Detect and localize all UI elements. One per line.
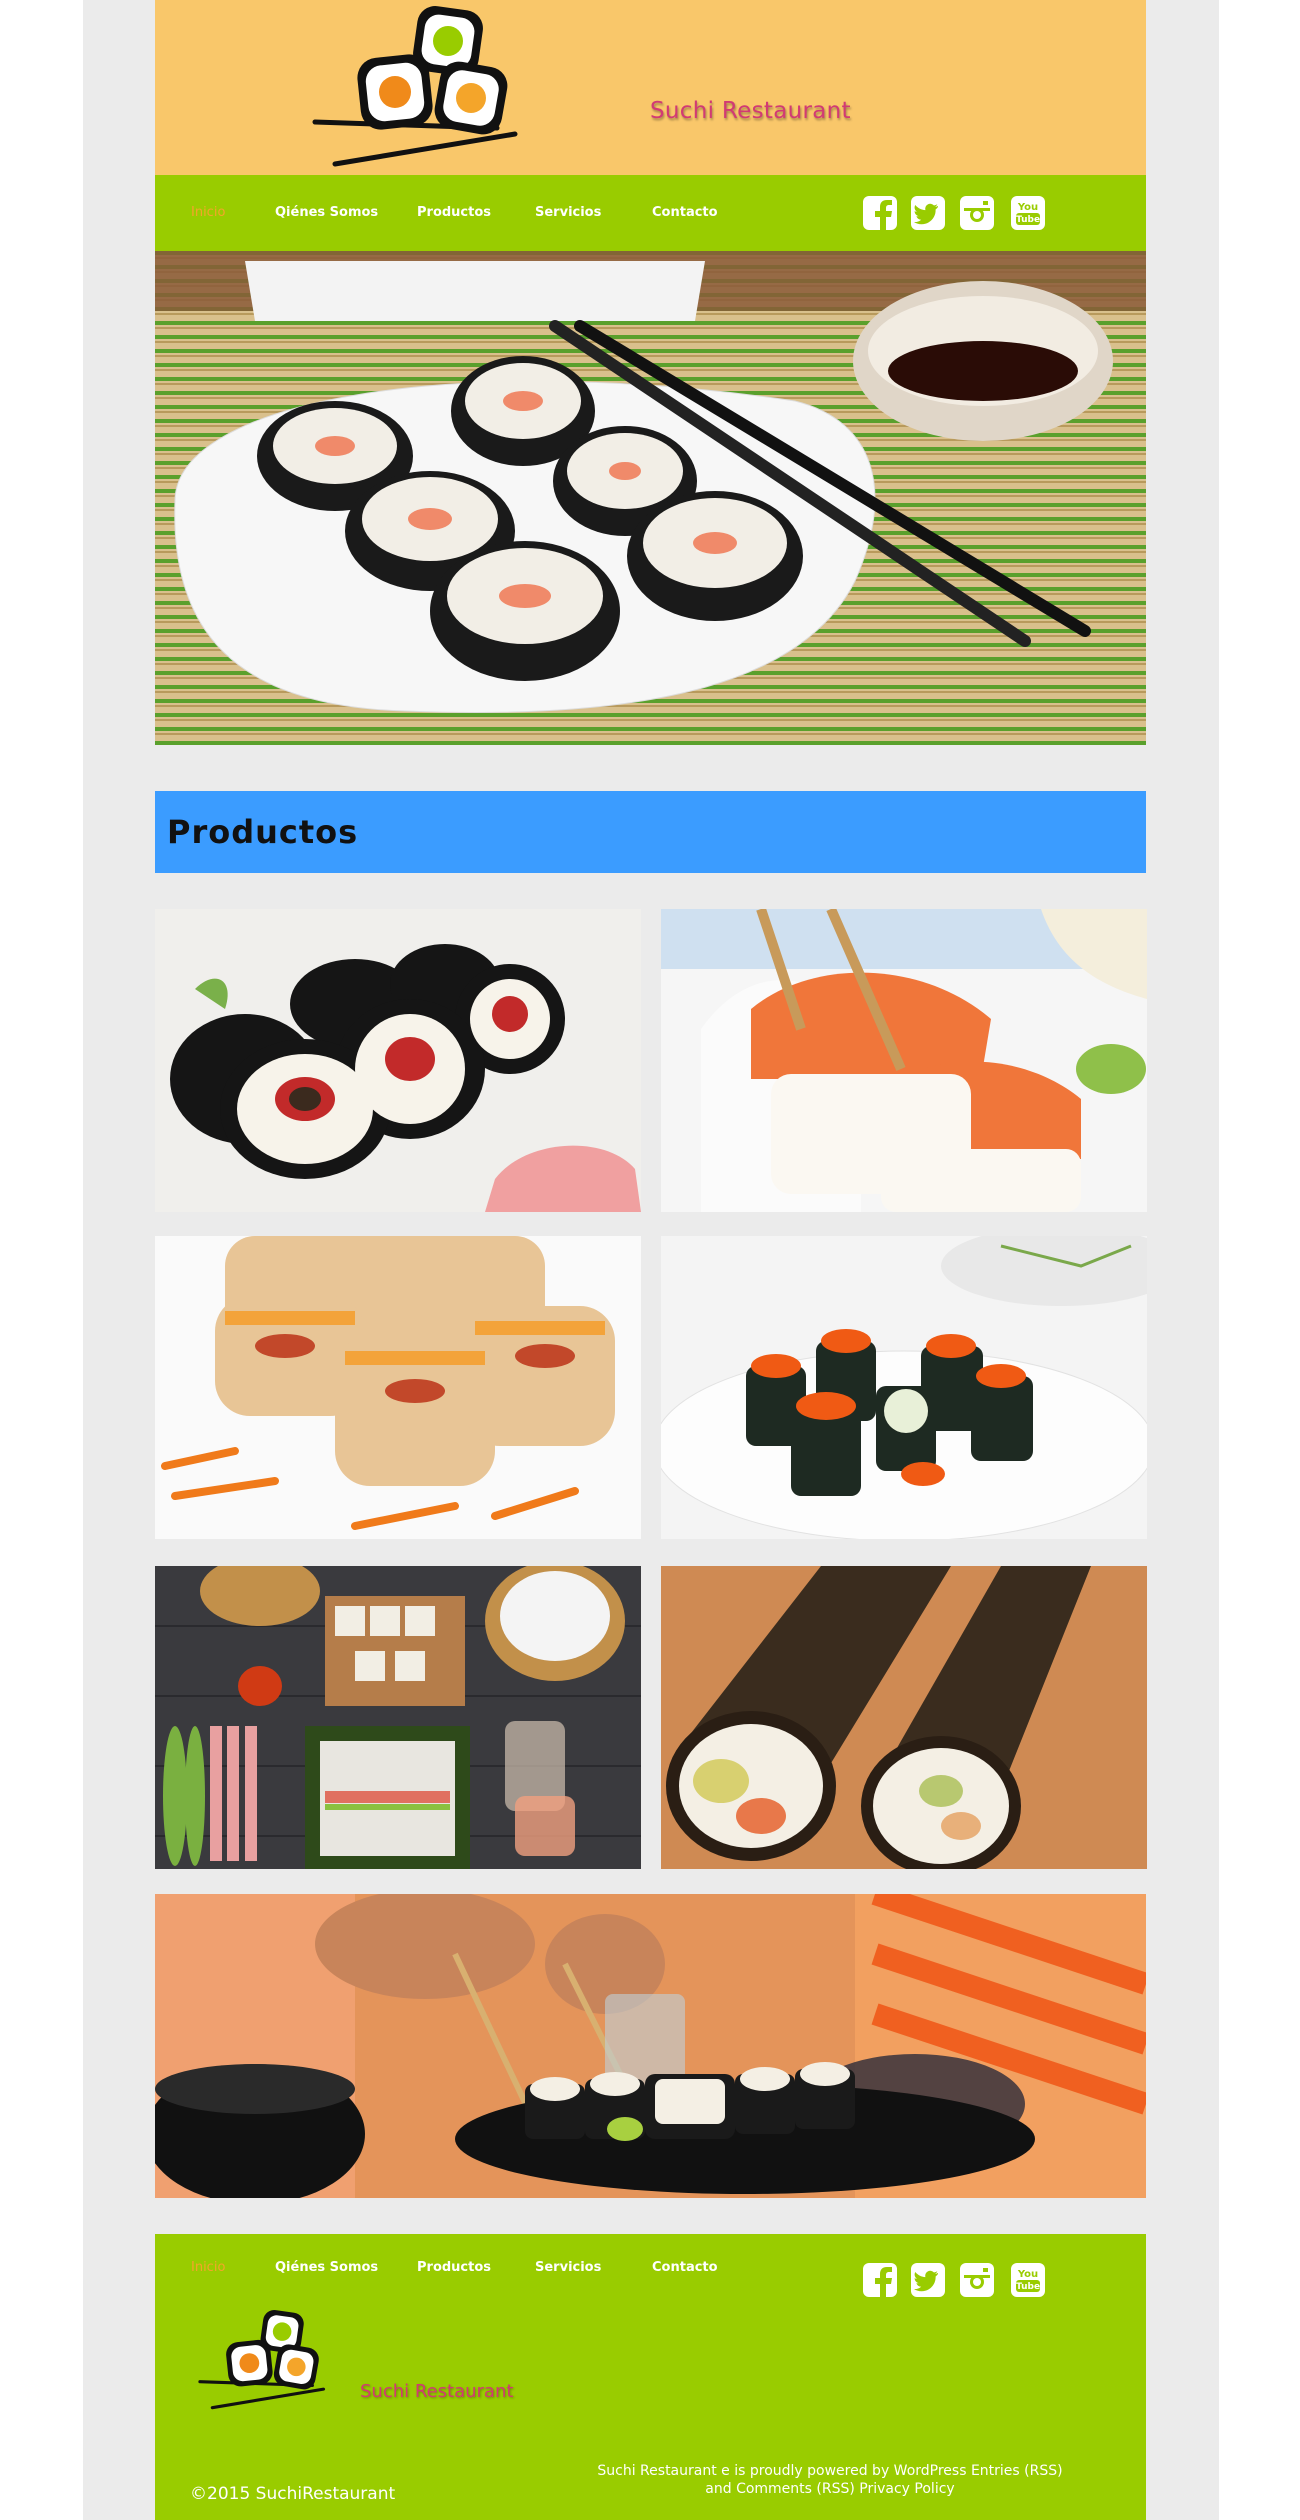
svg-text:Tube: Tube: [1016, 2282, 1040, 2292]
main-nav: Inicio Qiénes Somos Productos Servicios …: [155, 175, 1146, 251]
nav-item-quienes-somos[interactable]: Qiénes Somos: [275, 205, 378, 220]
instagram-icon[interactable]: [959, 195, 995, 231]
hero-sushi-photo: [155, 251, 1146, 745]
product-photo-3[interactable]: [155, 1236, 641, 1539]
svg-text:You: You: [1017, 2269, 1038, 2280]
site-header: Suchi Restaurant: [155, 0, 1146, 175]
nav-item-contacto[interactable]: Contacto: [652, 205, 718, 220]
products-title: Productos: [167, 813, 359, 851]
powered-line-1: Suchi Restaurant e is proudly powered by…: [597, 2463, 1063, 2479]
products-section-header: Productos: [155, 791, 1146, 873]
facebook-icon[interactable]: [862, 195, 898, 231]
copyright-text: ©2015 SuchiRestaurant: [190, 2484, 396, 2504]
product-photo-2[interactable]: [661, 909, 1147, 1212]
svg-text:Tube: Tube: [1016, 215, 1040, 225]
facebook-icon[interactable]: [862, 2262, 898, 2298]
youtube-icon[interactable]: You Tube: [1010, 2262, 1046, 2298]
footer-nav-item-productos[interactable]: Productos: [417, 2260, 491, 2275]
footer-nav-item-inicio[interactable]: Inicio: [191, 2260, 225, 2275]
youtube-icon[interactable]: You Tube: [1010, 195, 1046, 231]
nav-item-inicio[interactable]: Inicio: [191, 205, 225, 220]
product-photo-1[interactable]: [155, 909, 641, 1212]
footer-brand-name[interactable]: Suchi Restaurant: [360, 2381, 513, 2402]
product-photo-4[interactable]: [661, 1236, 1147, 1539]
dining-photo: [155, 1894, 1146, 2198]
nav-item-servicios[interactable]: Servicios: [535, 205, 601, 220]
svg-text:You: You: [1017, 202, 1038, 213]
brand-name[interactable]: Suchi Restaurant: [650, 98, 851, 124]
footer-nav-item-contacto[interactable]: Contacto: [652, 2260, 718, 2275]
instagram-icon[interactable]: [959, 2262, 995, 2298]
product-photo-6[interactable]: [661, 1566, 1147, 1869]
powered-by-text: Suchi Restaurant e is proudly powered by…: [555, 2462, 1105, 2498]
footer-nav-item-servicios[interactable]: Servicios: [535, 2260, 601, 2275]
product-photo-5[interactable]: [155, 1566, 641, 1869]
sushi-logo[interactable]: [275, 6, 695, 171]
nav-item-productos[interactable]: Productos: [417, 205, 491, 220]
twitter-icon[interactable]: [910, 195, 946, 231]
powered-line-2: and Comments (RSS) Privacy Policy: [705, 2481, 955, 2497]
twitter-icon[interactable]: [910, 2262, 946, 2298]
site-footer: Inicio Qiénes Somos Productos Servicios …: [155, 2234, 1146, 2520]
footer-nav: Inicio Qiénes Somos Productos Servicios …: [155, 2234, 1146, 2310]
footer-nav-item-quienes-somos[interactable]: Qiénes Somos: [275, 2260, 378, 2275]
